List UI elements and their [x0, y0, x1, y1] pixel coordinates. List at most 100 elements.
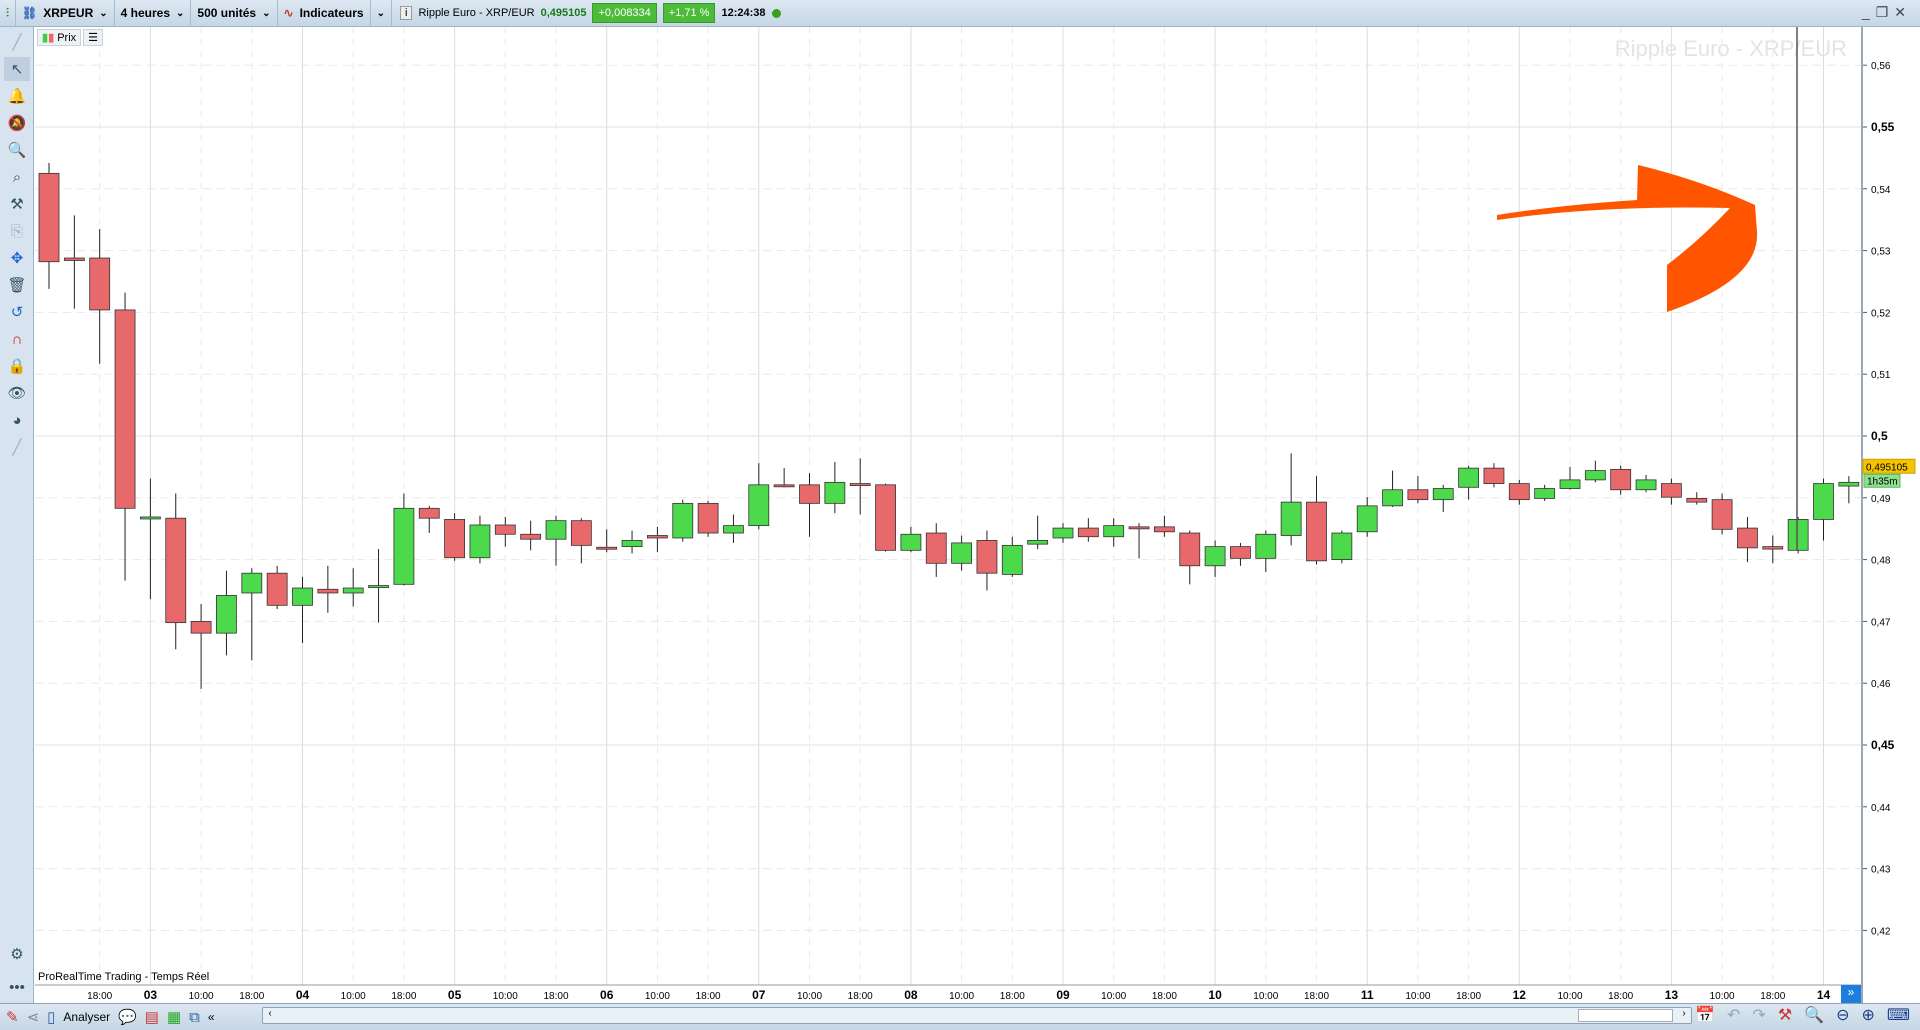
candle	[342, 568, 364, 607]
undo-icon[interactable]: ↶	[1727, 1005, 1740, 1025]
candle-body-up	[1838, 481, 1860, 487]
windows-icon[interactable]: ⧉	[189, 1009, 200, 1026]
candle	[89, 228, 111, 364]
undo-icon[interactable]: ↺	[4, 300, 30, 324]
candle-body-up	[393, 507, 415, 585]
candle-body-down	[799, 484, 820, 504]
candle	[1280, 453, 1302, 546]
y-tick-label: 0,44	[1871, 803, 1891, 814]
indicators-dropdown[interactable]: ⌄	[371, 0, 392, 27]
candle	[418, 505, 440, 534]
calendar-icon[interactable]: 📅	[1695, 1005, 1715, 1025]
x-tick-label: 13	[1665, 988, 1679, 1002]
candle-body-down	[1508, 483, 1530, 501]
prix-label[interactable]: ▮▮ Prix	[37, 29, 82, 46]
cursor-icon[interactable]: ↖	[4, 57, 30, 81]
keyboard-icon[interactable]: ⌨	[1887, 1005, 1910, 1025]
candle-body-up	[292, 587, 313, 606]
share-icon[interactable]: ⋖	[27, 1008, 40, 1026]
trash-icon[interactable]: 🗑	[4, 273, 30, 297]
redo-icon[interactable]: ↷	[1752, 1005, 1765, 1025]
candle	[925, 523, 947, 577]
alert-bell-icon[interactable]: 🔔	[4, 84, 30, 108]
color-wheel-icon[interactable]: ◕	[4, 408, 30, 432]
candle-body-up	[1001, 544, 1023, 575]
scroll-right-button[interactable]: »	[1841, 985, 1861, 1003]
candle-body-up	[1559, 479, 1581, 489]
candle-body-down	[596, 546, 618, 550]
x-tick-label: 18:00	[1456, 991, 1481, 1002]
collapse-icon[interactable]: «	[208, 1010, 215, 1024]
chart-settings-icon[interactable]: ⚒	[1778, 1005, 1792, 1025]
candle-body-up	[545, 520, 567, 540]
y-tick-label: 0,46	[1871, 679, 1891, 690]
zoom-in-icon[interactable]: ⊕	[1862, 1005, 1875, 1025]
candle	[165, 493, 187, 650]
x-tick-label: 10:00	[797, 991, 822, 1002]
more-icon[interactable]: •••	[4, 975, 30, 999]
drawing-toolbar: ╱ ↖ 🔔 🔕 🔍 ⌕ ⚒ ⎘ ✥ 🗑 ↺ ∩ 🔒 👁 ◕ ╱ ⚙ •••	[0, 27, 34, 1003]
info-icon[interactable]: i	[399, 6, 413, 20]
candle	[1027, 515, 1049, 550]
units-selector[interactable]: 500 unités ⌄	[191, 0, 278, 27]
lock-icon[interactable]: 🔒	[4, 354, 30, 378]
x-tick-label: 18:00	[1304, 991, 1329, 1002]
eye-icon[interactable]: 👁	[4, 381, 30, 405]
zoom-icon[interactable]: 🔍	[4, 138, 30, 162]
candle	[1838, 476, 1860, 504]
candle	[799, 473, 820, 537]
candle-body-up	[1027, 540, 1049, 545]
candle-body-up	[342, 587, 364, 594]
magnet-icon[interactable]: ∩	[4, 327, 30, 351]
scroll-left-icon[interactable]: ‹	[263, 1008, 277, 1023]
candle	[748, 463, 770, 530]
settings-icon[interactable]: ⚙	[4, 942, 30, 966]
candle	[1077, 518, 1099, 542]
candle-body-down	[1762, 546, 1784, 550]
autoscale-icon[interactable]: 🔍	[1804, 1005, 1824, 1025]
orders-icon[interactable]: ▦	[167, 1008, 181, 1026]
restore-icon[interactable]: ❐	[1876, 4, 1895, 20]
analyser-button[interactable]: Analyser	[63, 1010, 110, 1024]
scroll-right-icon[interactable]: ›	[1677, 1008, 1691, 1023]
candle-body-up	[748, 484, 770, 527]
chart-type-button[interactable]: ⫶	[0, 0, 17, 27]
x-tick-label: 04	[296, 988, 310, 1002]
symbol-selector[interactable]: ⛓ XRPEUR ⌄	[16, 0, 115, 27]
comment-icon[interactable]: 💬	[118, 1008, 137, 1026]
candle	[1508, 479, 1530, 505]
candle	[1661, 478, 1682, 505]
list-icon[interactable]: ☰	[83, 29, 104, 46]
candle	[1711, 493, 1733, 535]
x-tick-label: 10:00	[1405, 991, 1430, 1002]
report-icon[interactable]: ▤	[145, 1008, 159, 1026]
alert-cancel-icon[interactable]: 🔕	[4, 111, 30, 135]
timeframe-selector[interactable]: 4 heures ⌄	[115, 0, 192, 27]
analyser-icon[interactable]: ▯	[47, 1008, 55, 1026]
move-icon[interactable]: ✥	[4, 246, 30, 270]
candle-body-up	[1787, 519, 1809, 551]
price-tag-text: 0,495105	[1866, 462, 1908, 473]
indicators-button[interactable]: ∿ Indicateurs	[278, 0, 371, 27]
minimize-icon[interactable]: _	[1862, 4, 1876, 20]
candle	[266, 565, 288, 610]
x-tick-label: 10:00	[949, 991, 974, 1002]
x-tick-label: 18:00	[1608, 991, 1633, 1002]
candle-body-up	[1052, 527, 1074, 539]
zoom-out-icon[interactable]: ⊖	[1836, 1005, 1849, 1025]
pen-icon[interactable]: ╱	[4, 435, 30, 459]
horizontal-scrollbar[interactable]: ‹ ›	[262, 1007, 1692, 1024]
line-tool-icon[interactable]: ╱	[4, 30, 30, 54]
candle-body-down	[1483, 467, 1505, 484]
price-chart[interactable]: 0,42 0,43 0,44 0,45 0,46 0,47 0,48 0,49 0,5 0,51 0…	[35, 27, 1920, 1003]
tools-icon[interactable]: ⚒	[4, 192, 30, 216]
candle-body-up	[951, 542, 972, 564]
status-dot	[771, 8, 781, 18]
chevron-down-icon: ⌄	[262, 7, 271, 19]
zoom-area-icon[interactable]: ⌕	[4, 165, 30, 189]
scroll-thumb[interactable]	[1578, 1009, 1673, 1022]
draw-icon[interactable]: ✎	[6, 1008, 19, 1026]
close-icon[interactable]: ✕	[1894, 4, 1912, 20]
copy-icon[interactable]: ⎘	[4, 219, 30, 243]
candle	[1306, 476, 1327, 565]
